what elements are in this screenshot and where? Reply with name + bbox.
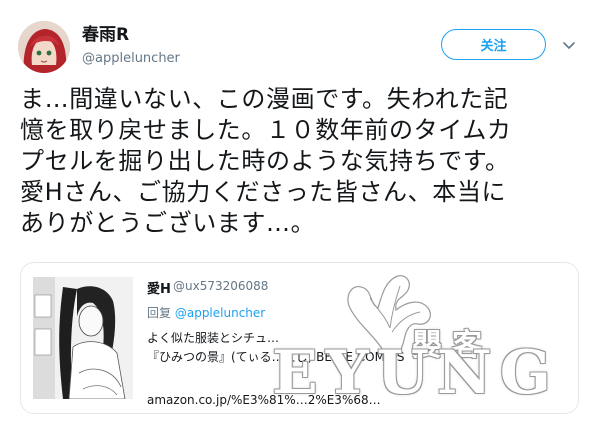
quoted-display-name[interactable]: 愛H bbox=[147, 278, 171, 297]
tweet-text-line: ま…間違いない、この漫画です。失われた記 bbox=[20, 85, 509, 113]
manga-cover-image bbox=[33, 277, 133, 399]
quoted-text-line: 『ひみつの景』(てぃる…えし) BELLE COMICS bbox=[147, 350, 405, 364]
quoted-tweet-card[interactable]: 愛H @ux573206088 回复 @appleluncher よく似た服装と… bbox=[20, 262, 579, 414]
tweet-text-line: プセルを掘り出した時のような気持ちです。 bbox=[20, 147, 510, 175]
quoted-user-handle[interactable]: @ux573206088 bbox=[173, 279, 268, 293]
tweet-text-line: 愛Hさん、ご協力くださった皆さん、本当に bbox=[20, 178, 507, 206]
reply-context: 回复 @appleluncher bbox=[147, 304, 265, 321]
quoted-tweet-text: よく似た服装とシチュ… 『ひみつの景』(てぃる…えし) BELLE COMICS bbox=[147, 329, 404, 367]
reply-to-link[interactable]: @appleluncher bbox=[175, 306, 265, 320]
display-name[interactable]: 春雨R bbox=[82, 25, 129, 45]
chevron-down-icon[interactable] bbox=[561, 37, 577, 53]
reply-prefix: 回复 bbox=[147, 306, 172, 320]
tweet-text-line: 憶を取り戻せました。１０数年前のタイムカ bbox=[20, 116, 512, 144]
tweet-text: ま…間違いない、この漫画です。失われた記 憶を取り戻せました。１０数年前のタイム… bbox=[20, 84, 576, 239]
quoted-link[interactable]: amazon.co.jp/%E3%81%…2%E3%68… bbox=[147, 393, 381, 407]
quoted-text-line: よく似た服装とシチュ… bbox=[147, 331, 280, 345]
avatar[interactable] bbox=[18, 21, 70, 73]
follow-button[interactable]: 关注 bbox=[441, 29, 546, 60]
user-handle[interactable]: @appleluncher bbox=[82, 51, 180, 67]
tweet-page: 春雨R @appleluncher 关注 ま…間違いない、この漫画です。失われた… bbox=[0, 0, 594, 422]
tweet-text-line: ありがとうございます…。 bbox=[20, 209, 316, 237]
